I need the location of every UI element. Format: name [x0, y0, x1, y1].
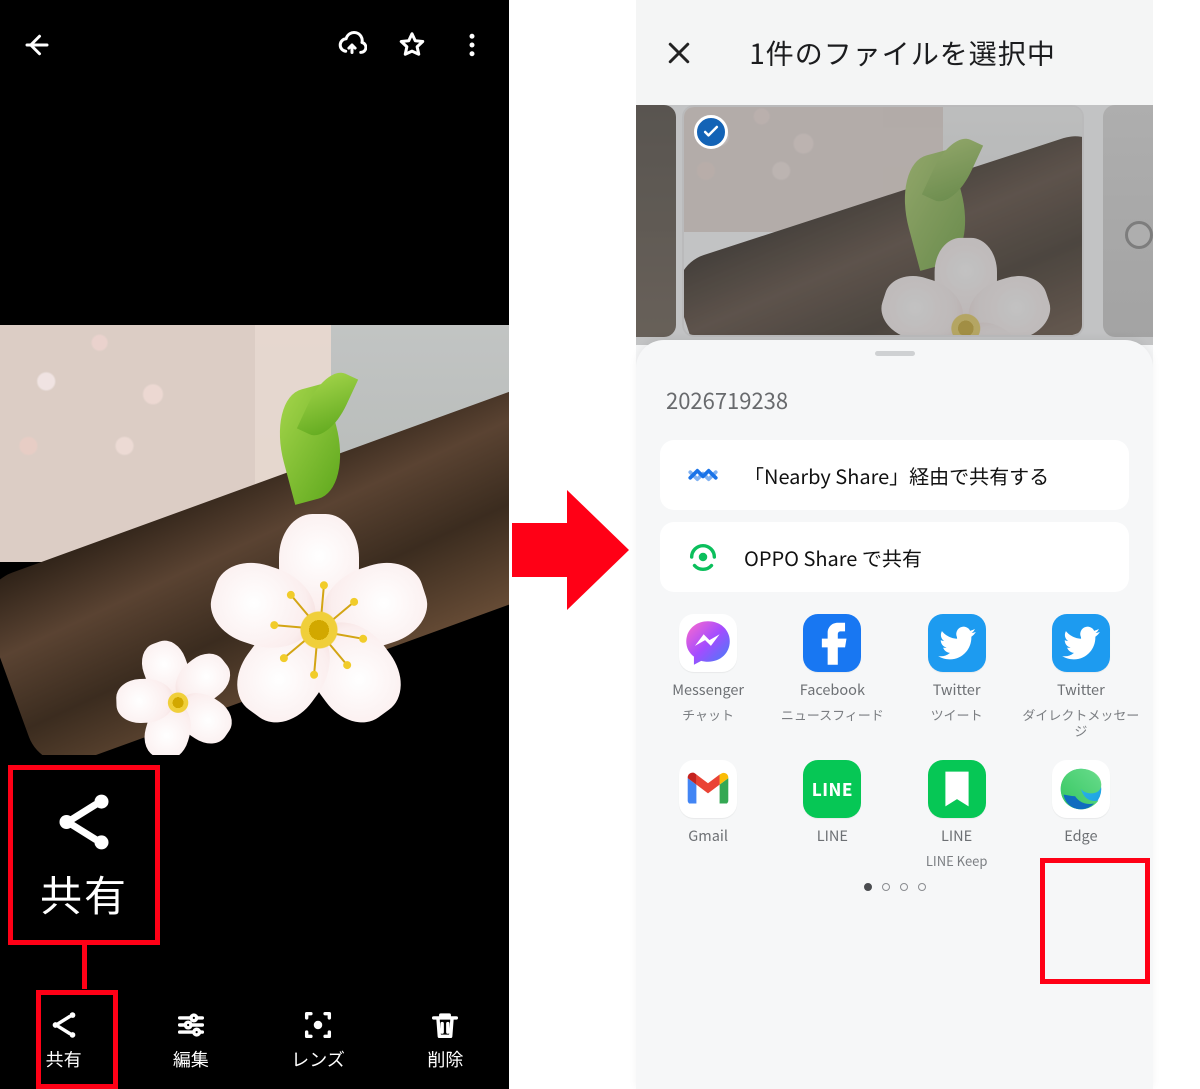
share-button-highlight — [36, 990, 118, 1089]
trash-icon — [428, 1008, 462, 1042]
selected-checkmark-icon[interactable] — [694, 115, 728, 149]
app-twitter-tweet[interactable]: Twitter ツイート — [895, 614, 1019, 740]
close-icon[interactable] — [664, 38, 694, 68]
bottom-item-edit[interactable]: 編集 — [127, 990, 254, 1089]
edge-app-highlight — [1040, 858, 1150, 984]
share-file-id: 2026719238 — [636, 356, 1153, 428]
app-twitter-dm[interactable]: Twitter ダイレクトメッセージ — [1019, 614, 1143, 740]
bottom-label: 削除 — [427, 1046, 463, 1072]
pager-dot[interactable] — [900, 883, 908, 891]
app-name: LINE — [817, 825, 848, 846]
bottom-label: レンズ — [291, 1046, 345, 1072]
app-line-keep[interactable]: LINE LINE Keep — [895, 760, 1019, 869]
back-arrow-icon[interactable] — [22, 30, 52, 60]
cloud-upload-icon[interactable] — [337, 30, 367, 60]
share-apps-grid: Messenger チャット Facebook ニュースフィード Twitter… — [636, 592, 1153, 875]
app-edge[interactable]: Edge — [1019, 760, 1143, 869]
app-name: Twitter — [1057, 679, 1105, 700]
flow-arrow-icon — [512, 490, 632, 610]
tune-icon — [174, 1008, 208, 1042]
star-icon[interactable] — [397, 30, 427, 60]
nearby-share-option[interactable]: 「Nearby Share」経由で共有する — [660, 440, 1129, 510]
app-name: Facebook — [800, 679, 865, 700]
app-sub: チャット — [682, 707, 734, 723]
lens-icon — [301, 1008, 335, 1042]
pager-dot[interactable] — [918, 883, 926, 891]
left-phone-screen: 共有 共有 編集 レンズ 削除 — [0, 0, 509, 1089]
app-messenger[interactable]: Messenger チャット — [646, 614, 770, 740]
more-vert-icon[interactable] — [457, 30, 487, 60]
edge-icon — [1052, 760, 1110, 818]
facebook-icon — [803, 614, 861, 672]
card-label: 「Nearby Share」経由で共有する — [744, 461, 1049, 490]
share-callout-label: 共有 — [40, 863, 128, 924]
pager-dot[interactable] — [864, 883, 872, 891]
share-icon — [39, 787, 129, 857]
app-name: Gmail — [688, 825, 728, 846]
twitter-icon — [1052, 614, 1110, 672]
highlight-connector — [82, 945, 87, 989]
bottom-item-lens[interactable]: レンズ — [255, 990, 382, 1089]
card-label: OPPO Share で共有 — [744, 543, 922, 572]
selection-title: 1件のファイルを選択中 — [710, 33, 1125, 73]
twitter-icon — [928, 614, 986, 672]
share-callout-highlight: 共有 — [8, 765, 160, 945]
app-name: Edge — [1064, 825, 1097, 846]
app-line[interactable]: LINE LINE — [770, 760, 894, 869]
photo-thumbnail[interactable] — [0, 325, 509, 755]
app-name: Twitter — [933, 679, 981, 700]
bottom-item-delete[interactable]: 削除 — [382, 990, 509, 1089]
bottom-label: 編集 — [173, 1046, 209, 1072]
app-facebook[interactable]: Facebook ニュースフィード — [770, 614, 894, 740]
app-name: LINE — [941, 825, 972, 846]
messenger-icon — [679, 614, 737, 672]
app-sub: ニュースフィード — [781, 707, 884, 723]
line-keep-icon — [928, 760, 986, 818]
oppo-share-icon — [686, 540, 720, 574]
nearby-share-icon — [686, 458, 720, 492]
line-icon: LINE — [803, 760, 861, 818]
app-gmail[interactable]: Gmail — [646, 760, 770, 869]
app-sub: ダイレクトメッセージ — [1019, 707, 1143, 740]
app-sub: ツイート — [931, 707, 983, 723]
pager-dot[interactable] — [882, 883, 890, 891]
app-sub: LINE Keep — [926, 853, 988, 869]
right-phone-screen: 1件のファイルを選択中 2026719238 — [636, 0, 1153, 1089]
oppo-share-option[interactable]: OPPO Share で共有 — [660, 522, 1129, 592]
photo-viewer-top-bar — [0, 0, 509, 90]
gmail-icon — [679, 760, 737, 818]
selection-header: 1件のファイルを選択中 — [636, 0, 1153, 105]
app-name: Messenger — [672, 679, 744, 700]
